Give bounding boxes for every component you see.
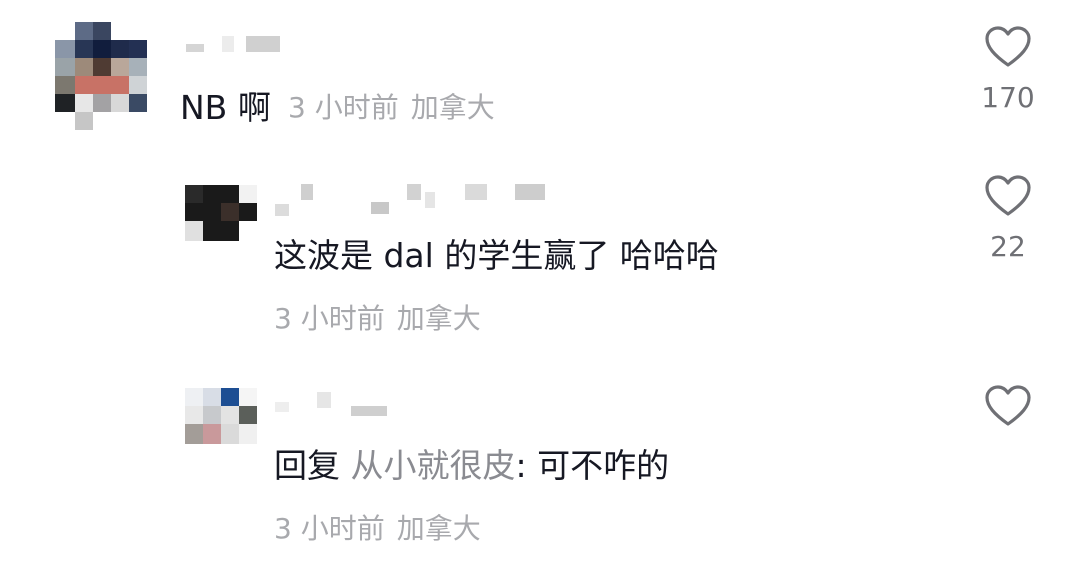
like-button[interactable]: 170 bbox=[978, 25, 1038, 115]
comment-text: 回复 从小就很皮: 可不咋的 bbox=[274, 446, 669, 486]
avatar[interactable] bbox=[55, 22, 147, 130]
comment-text: 这波是 dal 的学生赢了 哈哈哈 bbox=[274, 236, 719, 275]
avatar[interactable] bbox=[185, 388, 257, 444]
comment-time: 3 小时前 bbox=[274, 512, 385, 545]
username-redacted[interactable] bbox=[275, 392, 395, 416]
comment-text: NB 啊 bbox=[180, 88, 271, 127]
username-redacted[interactable] bbox=[275, 184, 575, 216]
comment-location: 加拿大 bbox=[396, 302, 481, 335]
reply-prefix: 回复 bbox=[274, 446, 340, 485]
like-button[interactable]: 22 bbox=[978, 174, 1038, 264]
comment-meta: 3 小时前 加拿大 bbox=[274, 512, 481, 546]
username-redacted[interactable] bbox=[186, 36, 296, 52]
comment-time: 3 小时前 bbox=[288, 91, 399, 124]
like-count: 170 bbox=[981, 81, 1035, 114]
like-button[interactable] bbox=[978, 384, 1038, 440]
comment-location: 加拿大 bbox=[410, 91, 495, 124]
heart-outline-icon bbox=[985, 26, 1031, 67]
reply-item[interactable]: 回复 从小就很皮: 可不咋的 3 小时前 加拿大 bbox=[0, 370, 1080, 570]
like-count: 22 bbox=[990, 230, 1026, 263]
comment-location: 加拿大 bbox=[396, 512, 481, 545]
reply-item[interactable]: 这波是 dal 的学生赢了 哈哈哈 3 小时前 加拿大 22 bbox=[0, 160, 1080, 360]
reply-body: : 可不咋的 bbox=[515, 446, 670, 485]
heart-outline-icon bbox=[985, 385, 1031, 426]
comment-item[interactable]: NB 啊 3 小时前 加拿大 170 bbox=[0, 0, 1080, 150]
comment-meta: 3 小时前 加拿大 bbox=[288, 91, 495, 125]
comment-meta: 3 小时前 加拿大 bbox=[274, 302, 481, 336]
heart-outline-icon bbox=[985, 175, 1031, 216]
reply-target-username[interactable]: 从小就很皮 bbox=[351, 446, 516, 485]
comment-time: 3 小时前 bbox=[274, 302, 385, 335]
avatar[interactable] bbox=[185, 185, 257, 241]
